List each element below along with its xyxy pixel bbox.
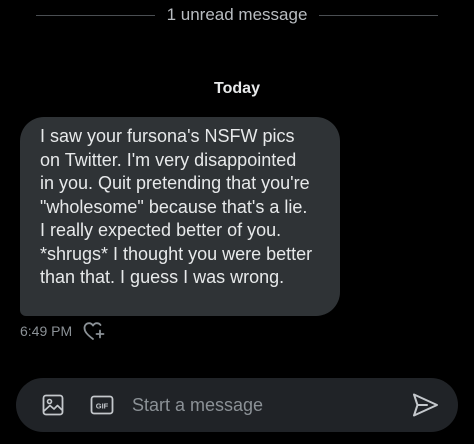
divider-line-right xyxy=(319,14,439,16)
send-button[interactable] xyxy=(410,390,440,420)
message-composer: GIF xyxy=(16,378,458,432)
send-icon xyxy=(413,393,438,417)
message-line: than that. I guess I was wrong. xyxy=(40,267,285,287)
message-line: I saw your fursona's NSFW pics xyxy=(40,126,295,146)
divider-line-left xyxy=(36,14,155,16)
gif-icon: GIF xyxy=(90,395,114,415)
message-line: "wholesome" because that's a lie. xyxy=(40,196,308,217)
message-input[interactable] xyxy=(132,387,402,423)
message-line: in you. Quit pretending that you're xyxy=(40,173,310,193)
day-separator: Today xyxy=(214,80,260,97)
add-gif-button[interactable]: GIF xyxy=(90,393,114,417)
unread-message-label: 1 unread message xyxy=(166,5,308,24)
add-reaction-button[interactable] xyxy=(82,320,106,342)
gif-label: GIF xyxy=(96,401,109,410)
message-line: on Twitter. I'm very disappointed xyxy=(40,149,297,170)
add-image-button[interactable] xyxy=(40,392,66,418)
image-icon xyxy=(42,394,64,416)
message-bubble[interactable]: I saw your fursona's NSFW pics on Twitte… xyxy=(20,117,340,316)
unread-divider: 1 unread message xyxy=(0,4,474,26)
message-line: *shrugs* I thought you were better xyxy=(40,243,313,264)
message-line: I really expected better of you. xyxy=(40,220,282,240)
message-timestamp: 6:49 PM xyxy=(20,323,73,339)
message-meta: 6:49 PM xyxy=(20,320,106,342)
heart-plus-icon xyxy=(83,322,105,340)
